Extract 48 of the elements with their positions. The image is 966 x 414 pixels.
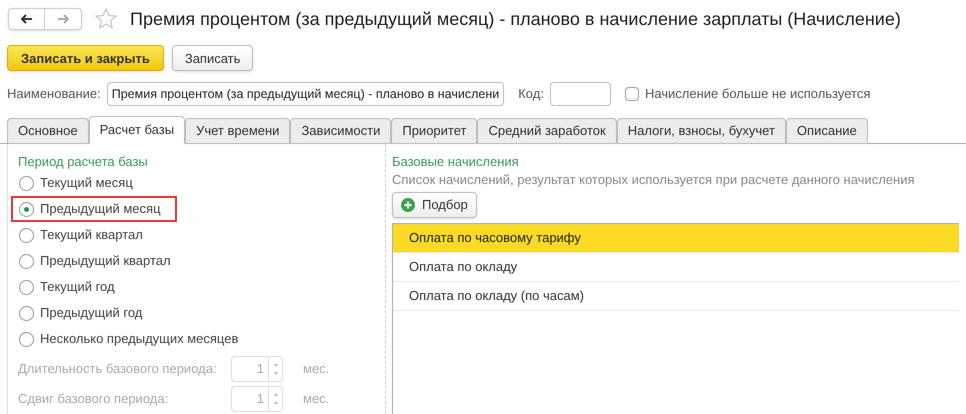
code-field[interactable] [550,82,611,106]
pick-button[interactable]: Подбор [392,192,477,218]
tab[interactable]: Приоритет [391,118,478,144]
radio-button[interactable] [19,202,34,216]
radio-button[interactable] [19,228,34,242]
radio-option[interactable]: Предыдущий год [11,300,158,326]
radio-button[interactable] [19,254,34,268]
left-arrow-icon [20,14,32,24]
checkbox-label: Начисление больше не используется [644,85,870,104]
radio-option[interactable]: Несколько предыдущих месяцев [11,326,254,352]
radio-option[interactable]: Текущий год [11,274,131,300]
tab[interactable]: Налоги, взносы, бухучет [616,118,786,144]
tab[interactable]: Основное [7,118,89,144]
spin-arrows-icon[interactable] [272,391,278,407]
name-label: Наименование: [7,85,101,104]
radio-option[interactable]: Текущий квартал [11,222,159,248]
field-label: Длительность базового периода: [18,360,218,378]
plus-icon [401,198,415,212]
description-text: Список начислений, результат которых используется при расчете данного начисления [392,171,916,189]
window-title: Премия процентом (за предыдущий месяц) - планово в начисление зарплаты (Начисление) [130,8,901,31]
radio-option[interactable]: Текущий месяц [11,170,149,196]
radio-option[interactable]: Предыдущий квартал [11,248,187,274]
tab[interactable]: Описание [786,118,868,144]
star-icon[interactable] [94,7,118,32]
field-label: Сдвиг базового периода: [18,390,170,408]
radio-button[interactable] [19,280,34,294]
tab[interactable]: Средний заработок [477,118,617,144]
section-heading: Базовые начисления [392,153,520,170]
right-arrow-icon [57,14,69,24]
table-row[interactable]: Оплата по часовому тарифу [393,224,959,253]
table-row[interactable]: Оплата по окладу [393,253,959,282]
tab[interactable]: Расчет базы [88,116,186,144]
radio-button[interactable] [19,332,34,346]
section-heading: Период расчета базы [18,153,149,170]
name-field[interactable]: Премия процентом (за предыдущий месяц) - планово в начислени [106,82,504,106]
radio-button[interactable] [19,306,34,320]
save-and-close-button[interactable]: Записать и закрыть [7,45,164,72]
code-label: Код: [518,85,544,104]
tab[interactable]: Зависимости [290,118,392,144]
save-button[interactable]: Записать [172,45,254,72]
checkbox[interactable] [624,87,639,102]
spin-arrows-icon[interactable] [272,361,278,377]
table-row[interactable]: Оплата по окладу (по часам) [393,282,959,311]
unit-label: мес. [303,360,330,378]
tab[interactable]: Учет времени [185,118,290,144]
unit-label: мес. [303,390,330,408]
radio-button[interactable] [19,176,34,190]
radio-option[interactable]: Предыдущий месяц [11,196,177,222]
